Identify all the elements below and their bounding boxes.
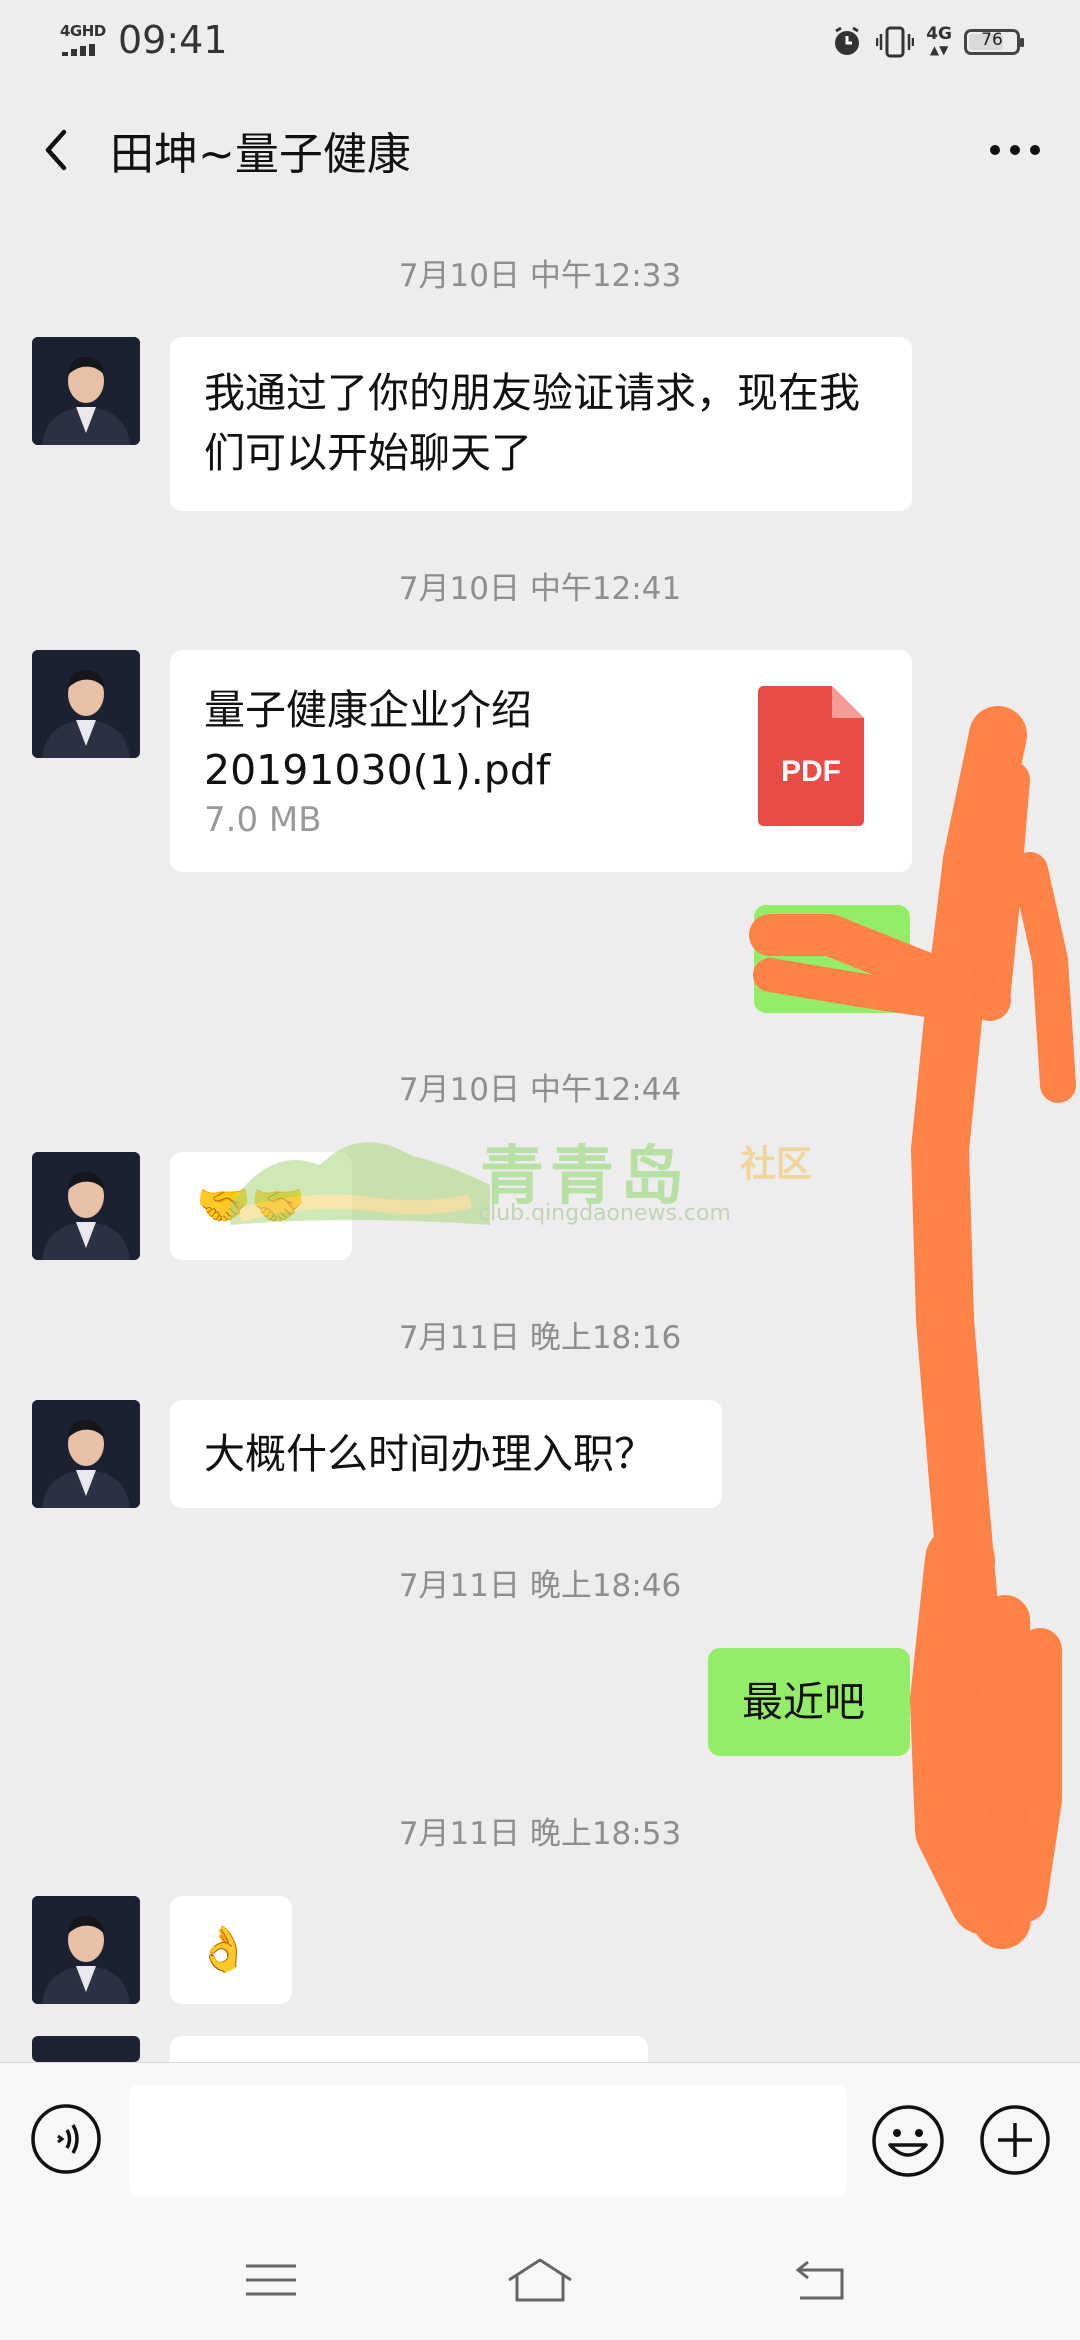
timestamp: 7月11日 晚上18:16 [398,1320,682,1356]
battery-icon: 76 [964,29,1024,55]
watermark-url: club.qingdaonews.com [478,1201,731,1226]
more-dots-icon[interactable] [980,120,1050,180]
chat-header: 田坤~量子健康 [0,80,1080,215]
menu-icon[interactable] [236,2250,306,2310]
avatar[interactable] [32,1152,140,1260]
input-bar [0,2062,1080,2218]
home-icon[interactable] [505,2250,575,2310]
signal-icon: 4GHD [60,22,106,58]
vibrate-icon [876,26,915,58]
message-bubble[interactable]: 大概什么时间办理入职？ [170,1400,722,1508]
outgoing-message-bubble[interactable] [754,905,910,1013]
pdf-file-icon: PDF [758,686,864,826]
status-bar: 4GHD 09:41 4G ▲▼ 76 [0,0,1080,80]
file-size: 7.0 MB [204,800,322,840]
message-input[interactable] [130,2085,846,2197]
back-nav-icon[interactable] [786,2250,856,2310]
network-4g-icon: 4G ▲▼ [926,24,952,58]
timestamp: 7月10日 中午12:33 [398,258,682,294]
chat-title: 田坤~量子健康 [110,129,411,180]
avatar[interactable] [32,1400,140,1508]
file-name: 量子健康企业介绍20191030(1).pdf [204,686,551,794]
message-text: 我通过了你的朋友验证请求，现在我们可以开始聊天了 [204,369,860,477]
avatar[interactable] [32,650,140,758]
message-bubble[interactable]: 我通过了你的朋友验证请求，现在我们可以开始聊天了 [170,337,912,511]
ok-hand-emoji: 👌 [196,1924,251,1975]
back-button[interactable] [30,120,90,180]
voice-icon[interactable] [30,2103,102,2175]
outgoing-message-bubble[interactable]: 最近吧 [708,1648,910,1756]
status-time: 09:41 [118,18,228,62]
navigation-bar [0,2218,1080,2340]
alarm-icon [835,26,860,55]
pdf-label: PDF [781,755,841,788]
message-bubble-partial[interactable] [170,2036,648,2062]
watermark-logo: 青青岛 社区 club.qingdaonews.com [230,1105,850,1245]
message-text: 最近吧 [742,1678,865,1726]
emoji-icon[interactable] [870,2103,946,2179]
emoji-message[interactable]: 👌 [170,1896,292,2004]
plus-icon[interactable] [978,2103,1052,2177]
avatar[interactable] [32,1896,140,2004]
watermark-subtitle: 社区 [740,1144,813,1185]
timestamp: 7月11日 晚上18:46 [398,1568,682,1604]
message-text: 大概什么时间办理入职？ [204,1430,655,1478]
timestamp: 7月11日 晚上18:53 [398,1816,682,1852]
timestamp: 7月10日 中午12:41 [398,571,682,607]
avatar[interactable] [32,337,140,445]
file-message[interactable]: 量子健康企业介绍20191030(1).pdf 7.0 MB PDF [170,650,912,872]
timestamp: 7月10日 中午12:44 [398,1072,682,1108]
network-type: 4GHD [60,22,106,40]
avatar[interactable] [32,2036,140,2062]
battery-level: 76 [981,30,1003,50]
mountain-logo-icon [230,1142,490,1225]
